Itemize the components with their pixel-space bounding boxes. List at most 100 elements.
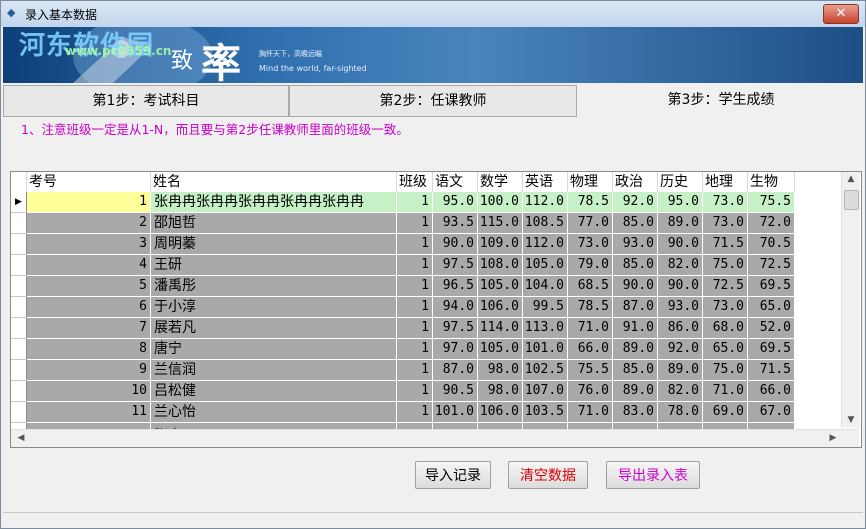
row-selector[interactable] (11, 234, 27, 255)
header-history[interactable]: 历史 (658, 172, 703, 192)
cell-name[interactable]: 王研 (151, 255, 397, 276)
cell-biology[interactable]: 69.5 (748, 276, 795, 297)
cell-math[interactable]: 105.0 (478, 276, 523, 297)
cell-physics[interactable]: 79.0 (568, 255, 613, 276)
header-politics[interactable]: 政治 (613, 172, 658, 192)
cell-physics[interactable]: 78.5 (568, 297, 613, 318)
cell-history[interactable]: 90.0 (658, 276, 703, 297)
cell-english[interactable]: 113.0 (523, 318, 568, 339)
row-selector[interactable] (11, 339, 27, 360)
header-chinese[interactable]: 语文 (433, 172, 478, 192)
cell-politics[interactable]: 85.0 (613, 213, 658, 234)
table-row[interactable]: 5 潘禹彤 1 96.5 105.0 104.0 68.5 90.0 90.0 72.5 69.5 (11, 276, 841, 297)
cell-politics[interactable]: 87.0 (613, 297, 658, 318)
cell-politics[interactable]: 90.0 (613, 276, 658, 297)
table-row[interactable]: 11 兰心怡 1 101.0 106.0 103.5 71.0 83.0 78.0 69.0 67.… (11, 402, 841, 423)
cell-physics[interactable]: 66.0 (568, 339, 613, 360)
cell-physics[interactable]: 77.0 (568, 213, 613, 234)
cell-class[interactable]: 1 (397, 360, 433, 381)
cell-history[interactable]: 92.0 (658, 339, 703, 360)
header-english[interactable]: 英语 (523, 172, 568, 192)
cell-math[interactable]: 106.0 (478, 402, 523, 423)
cell-id[interactable]: 3 (27, 234, 151, 255)
cell-class[interactable]: 1 (397, 381, 433, 402)
cell-english[interactable]: 103.5 (523, 402, 568, 423)
cell-id[interactable]: 5 (27, 276, 151, 297)
scroll-right-icon[interactable]: ▶ (825, 433, 841, 443)
row-selector[interactable] (11, 213, 27, 234)
header-id[interactable]: 考号 (27, 172, 151, 192)
table-row[interactable]: 7 展若凡 1 97.5 114.0 113.0 71.0 91.0 86.0 68.0 52.0 (11, 318, 841, 339)
tab-step2[interactable]: 第2步：任课教师 (289, 85, 577, 117)
cell-geography[interactable]: 75.0 (703, 255, 748, 276)
cell-biology[interactable]: 72.5 (748, 255, 795, 276)
cell-english[interactable]: 99.5 (523, 297, 568, 318)
cell-geography[interactable]: 69.0 (703, 402, 748, 423)
table-row[interactable]: 9 兰信润 1 87.0 98.0 102.5 75.5 85.0 89.0 75.0 71.5 (11, 360, 841, 381)
cell-geography[interactable]: 71.5 (703, 234, 748, 255)
cell-name[interactable]: 唐宁 (151, 339, 397, 360)
cell-geography[interactable]: 72.5 (703, 276, 748, 297)
table-row[interactable]: 8 唐宁 1 97.0 105.0 101.0 66.0 89.0 92.0 65.0 69.5 (11, 339, 841, 360)
cell-physics[interactable]: 71.0 (568, 402, 613, 423)
cell-chinese[interactable]: 90.0 (433, 234, 478, 255)
cell-history[interactable]: 89.0 (658, 213, 703, 234)
cell-politics[interactable]: 93.0 (613, 234, 658, 255)
clear-data-button[interactable]: 清空数据 (508, 461, 588, 489)
cell-physics[interactable]: 73.0 (568, 234, 613, 255)
cell-id[interactable]: 11 (27, 402, 151, 423)
cell-politics[interactable]: 89.0 (613, 339, 658, 360)
cell-chinese[interactable]: 90.5 (433, 381, 478, 402)
cell-politics[interactable]: 89.0 (613, 381, 658, 402)
header-physics[interactable]: 物理 (568, 172, 613, 192)
close-button[interactable]: ✕ (823, 4, 859, 24)
table-row[interactable]: ▶ 1 张冉冉张冉冉张冉冉张冉冉张冉冉 1 95.0 100.0 112.0 78.5 92.0… (11, 192, 841, 213)
cell-math[interactable]: 100.0 (478, 192, 523, 213)
cell-name[interactable]: 周明蓁 (151, 234, 397, 255)
cell-english[interactable]: 107.0 (523, 381, 568, 402)
cell-math[interactable]: 105.0 (478, 339, 523, 360)
cell-biology[interactable]: 72.0 (748, 213, 795, 234)
cell-history[interactable]: 90.0 (658, 234, 703, 255)
cell-id[interactable]: 4 (27, 255, 151, 276)
tab-step1[interactable]: 第1步：考试科目 (3, 85, 289, 117)
cell-math[interactable]: 109.0 (478, 234, 523, 255)
cell-id[interactable]: 9 (27, 360, 151, 381)
cell-id[interactable]: 8 (27, 339, 151, 360)
cell-biology[interactable]: 71.5 (748, 360, 795, 381)
table-row[interactable]: 6 于小淳 1 94.0 106.0 99.5 78.5 87.0 93.0 73.0 65.0 (11, 297, 841, 318)
row-selector[interactable] (11, 381, 27, 402)
score-grid[interactable]: 考号 姓名 班级 语文 数学 英语 物理 政治 历史 地理 生物 ▶ 1 张冉冉张冉… (10, 171, 862, 448)
cell-biology[interactable]: 70.5 (748, 234, 795, 255)
cell-history[interactable]: 82.0 (658, 381, 703, 402)
cell-politics[interactable]: 91.0 (613, 318, 658, 339)
table-row[interactable]: 3 周明蓁 1 90.0 109.0 112.0 73.0 93.0 90.0 71.5 70.5 (11, 234, 841, 255)
row-selector[interactable] (11, 318, 27, 339)
cell-class[interactable]: 1 (397, 276, 433, 297)
cell-history[interactable]: 82.0 (658, 255, 703, 276)
cell-name[interactable]: 兰信润 (151, 360, 397, 381)
cell-chinese[interactable]: 97.5 (433, 318, 478, 339)
cell-biology[interactable]: 66.0 (748, 381, 795, 402)
cell-history[interactable]: 86.0 (658, 318, 703, 339)
cell-english[interactable]: 108.5 (523, 213, 568, 234)
cell-name[interactable]: 兰心怡 (151, 402, 397, 423)
cell-id[interactable]: 2 (27, 213, 151, 234)
cell-class[interactable]: 1 (397, 213, 433, 234)
import-records-button[interactable]: 导入记录 (415, 461, 491, 489)
cell-biology[interactable]: 65.0 (748, 297, 795, 318)
cell-id[interactable]: 6 (27, 297, 151, 318)
cell-politics[interactable]: 85.0 (613, 360, 658, 381)
cell-english[interactable]: 101.0 (523, 339, 568, 360)
cell-english[interactable]: 102.5 (523, 360, 568, 381)
cell-id[interactable]: 10 (27, 381, 151, 402)
cell-chinese[interactable]: 87.0 (433, 360, 478, 381)
cell-politics[interactable]: 85.0 (613, 255, 658, 276)
cell-english[interactable]: 112.0 (523, 192, 568, 213)
cell-english[interactable]: 112.0 (523, 234, 568, 255)
cell-class[interactable]: 1 (397, 297, 433, 318)
scroll-left-icon[interactable]: ◀ (13, 433, 29, 443)
cell-biology[interactable]: 67.0 (748, 402, 795, 423)
cell-physics[interactable]: 71.0 (568, 318, 613, 339)
cell-math[interactable]: 106.0 (478, 297, 523, 318)
